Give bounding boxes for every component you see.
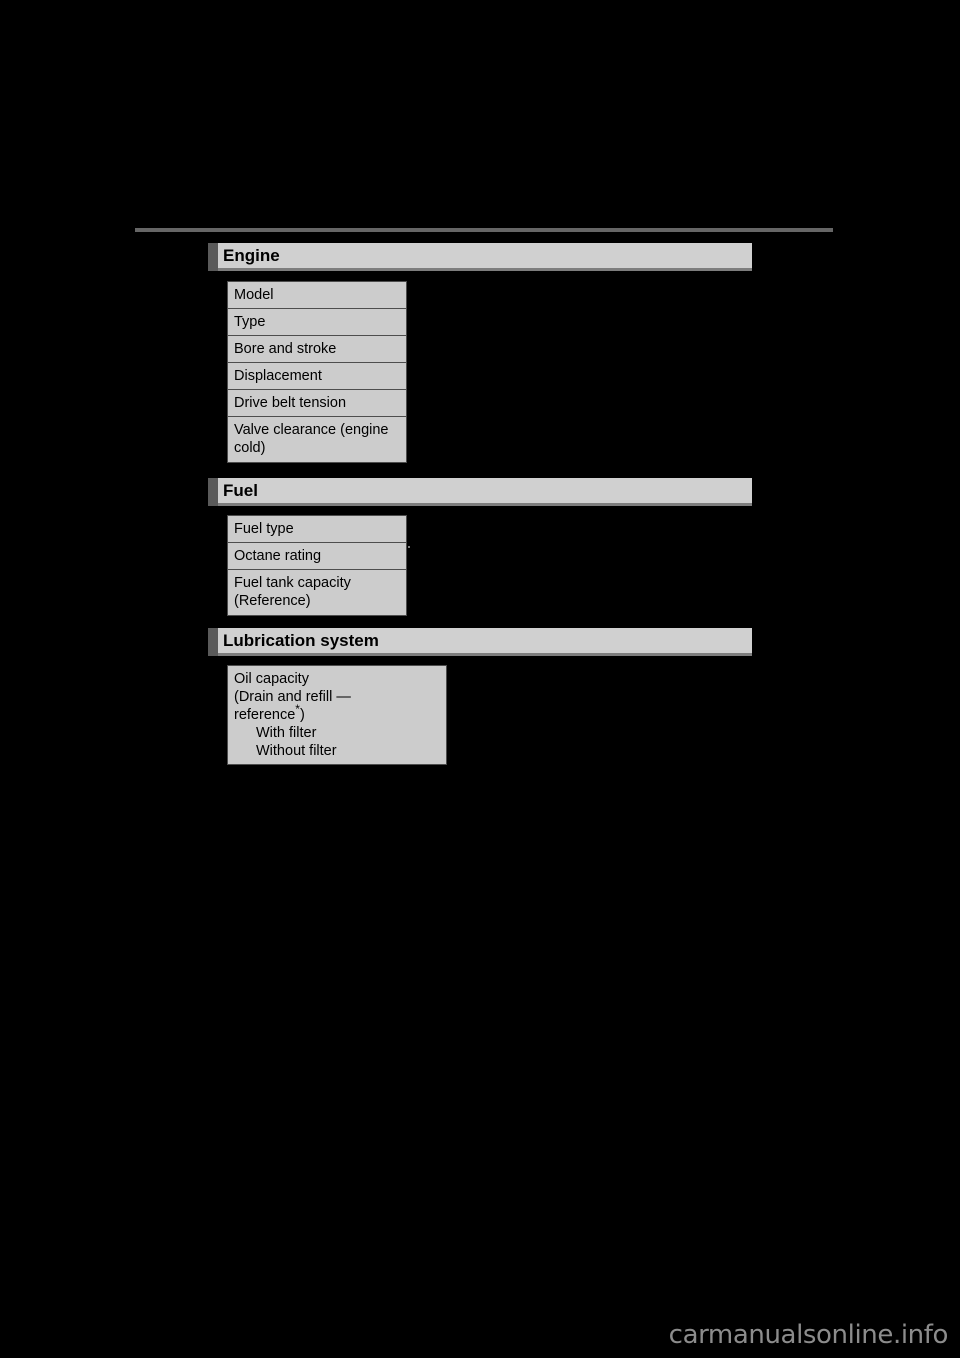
- table-row: Bore and stroke: [228, 336, 406, 363]
- spec-label-model: Model: [234, 287, 274, 303]
- spec-label-oil-capacity: Oil capacity: [234, 671, 309, 687]
- section-accent-bar: [208, 243, 218, 271]
- section-header-lubrication-system: Lubrication system: [208, 628, 752, 656]
- spec-label-oil-capacity-line3: reference*): [234, 703, 305, 723]
- table-row: Displacement: [228, 363, 406, 390]
- section-title-fuel: Fuel: [223, 481, 258, 500]
- table-row: Model: [228, 282, 406, 309]
- table-row: Fuel type: [228, 516, 406, 543]
- spec-table-lubrication-system: Oil capacity (Drain and refill — referen…: [227, 665, 447, 765]
- section-header-engine: Engine: [208, 243, 752, 271]
- spec-label-type: Type: [234, 314, 266, 330]
- spec-label-drive-belt-tension: Drive belt tension: [234, 395, 347, 411]
- spec-table-fuel: Fuel type Octane rating Fuel tank capaci…: [227, 515, 407, 616]
- page-top-rule: [135, 228, 833, 232]
- table-row: Fuel tank capacity (Reference): [228, 570, 406, 615]
- spec-label-octane-rating: Octane rating: [234, 548, 322, 564]
- section-title-bar: Lubrication system: [218, 628, 752, 656]
- section-title-engine: Engine: [223, 246, 280, 265]
- spec-label-displacement: Displacement: [234, 368, 322, 384]
- table-row: Type: [228, 309, 406, 336]
- section-title-bar: Fuel: [218, 478, 752, 506]
- spec-label-bore-and-stroke: Bore and stroke: [234, 341, 337, 357]
- oil-capacity-paren-close: ): [299, 707, 305, 723]
- section-header-fuel: Fuel: [208, 478, 752, 506]
- scan-artifact: [408, 546, 410, 548]
- section-title-bar: Engine: [218, 243, 752, 271]
- section-accent-bar: [208, 478, 218, 506]
- spec-subitem-with-filter: With filter: [256, 725, 317, 741]
- table-row: Drive belt tension: [228, 390, 406, 417]
- site-watermark: carmanualsonline.info: [668, 1320, 949, 1350]
- table-row: Valve clearance (engine cold): [228, 417, 406, 462]
- spec-subitem-without-filter: Without filter: [256, 743, 337, 759]
- spec-label-fuel-tank-capacity: Fuel tank capacity (Reference): [234, 575, 351, 609]
- spec-label-fuel-type: Fuel type: [234, 521, 294, 537]
- spec-label-oil-capacity-line2: (Drain and refill —: [234, 689, 351, 705]
- spec-table-engine: Model Type Bore and stroke Displacement …: [227, 281, 407, 463]
- section-title-lubrication-system: Lubrication system: [223, 631, 379, 650]
- table-row: Oil capacity (Drain and refill — referen…: [228, 666, 446, 764]
- document-page: Engine Model Type Bore and stroke Displa…: [0, 0, 960, 1358]
- spec-label-valve-clearance: Valve clearance (engine cold): [234, 422, 389, 456]
- section-accent-bar: [208, 628, 218, 656]
- table-row: Octane rating: [228, 543, 406, 570]
- oil-capacity-reference-word: reference: [234, 707, 296, 723]
